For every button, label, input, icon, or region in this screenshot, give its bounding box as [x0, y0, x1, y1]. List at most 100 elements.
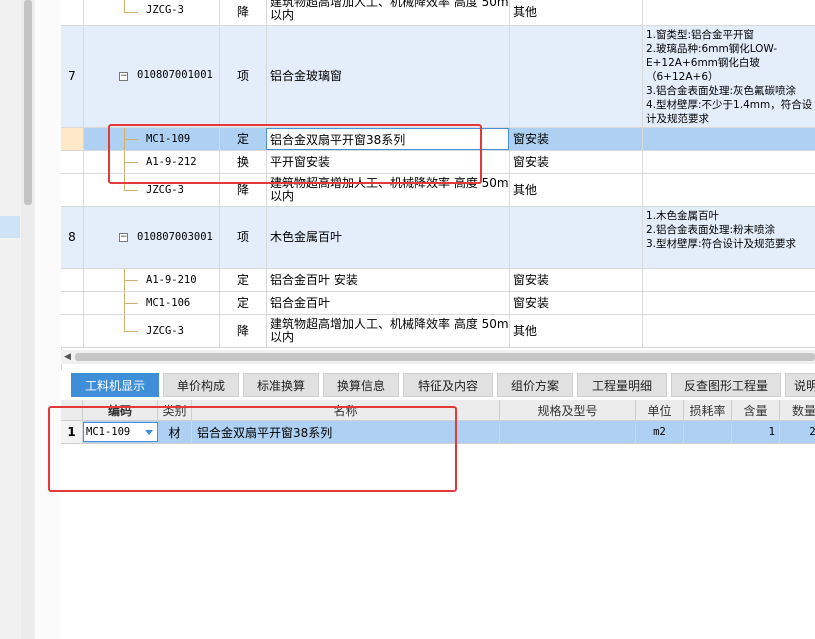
table-row-item[interactable]: 7 − 010807001001 项 铝合金玻璃窗 1.窗类型:铝合金平开窗 2…: [61, 26, 815, 128]
row-profession: 窗安装: [510, 151, 643, 173]
material-row-index: 1: [61, 421, 83, 443]
row-index: 8: [61, 207, 84, 268]
tab-conversion-info[interactable]: 换算信息: [323, 373, 399, 397]
material-spec[interactable]: [500, 421, 636, 443]
header-content[interactable]: 含量: [732, 400, 780, 420]
material-code-dropdown[interactable]: MC1-109: [83, 422, 158, 442]
detail-tab-bar: 工料机显示 单价构成 标准换算 换算信息 特征及内容 组价方案 工程量明细 反查…: [61, 370, 815, 398]
tab-quantity-details[interactable]: 工程量明细: [577, 373, 667, 397]
header-unit[interactable]: 单位: [636, 400, 684, 420]
row-index: [61, 151, 84, 173]
material-quantity[interactable]: 25: [780, 421, 815, 443]
row-type: 项: [220, 26, 267, 127]
material-category: 材: [158, 421, 192, 443]
table-row[interactable]: A1-9-210 定 铝合金百叶 安装 窗安装: [61, 269, 815, 292]
row-type: 降: [220, 315, 267, 347]
row-name: 建筑物超高增加人工、机械降效率 高度 50m以内: [267, 0, 510, 25]
tree-branch: [124, 162, 138, 163]
tree-branch: [124, 139, 138, 140]
tab-features-content[interactable]: 特征及内容: [403, 373, 493, 397]
row-code-cell: − 010807001001: [84, 26, 220, 127]
collapse-toggle-icon[interactable]: −: [119, 233, 128, 242]
row-feature: [643, 151, 815, 173]
horizontal-scrollbar[interactable]: ◀: [61, 350, 815, 364]
row-feature: [643, 269, 815, 291]
tab-standard-conversion[interactable]: 标准换算: [243, 373, 319, 397]
row-index: [61, 269, 84, 291]
header-name[interactable]: 名称: [192, 400, 500, 420]
row-feature: [643, 128, 815, 150]
header-quantity[interactable]: 数量: [780, 400, 815, 420]
row-index: [61, 174, 84, 206]
header-category[interactable]: 类别: [158, 400, 192, 420]
header-loss-rate[interactable]: 损耗率: [684, 400, 732, 420]
row-code: JZCG-3: [146, 184, 184, 196]
left-panel-selected-item[interactable]: [0, 216, 20, 238]
row-feature: 1.窗类型:铝合金平开窗 2.玻璃品种:6mm钢化LOW-E+12A+6mm钢化…: [646, 29, 813, 125]
row-feature: [643, 315, 815, 347]
row-code-cell: MC1-106: [84, 292, 220, 314]
row-name: 铝合金百叶: [267, 292, 510, 314]
table-row[interactable]: MC1-106 定 铝合金百叶 窗安装: [61, 292, 815, 315]
table-row[interactable]: JZCG-3 降 建筑物超高增加人工、机械降效率 高度 50m以内 其他: [61, 0, 815, 26]
tree-branch: [124, 280, 138, 281]
chevron-down-icon[interactable]: [145, 430, 153, 435]
row-code: MC1-109: [146, 133, 191, 145]
row-type: 定: [220, 269, 267, 291]
header-spec[interactable]: 规格及型号: [500, 400, 636, 420]
header-code[interactable]: 编码: [83, 400, 158, 420]
material-loss-rate[interactable]: [684, 421, 732, 443]
panel-divider: [35, 0, 62, 639]
row-index-selected: [61, 128, 84, 150]
tab-pricing-scheme[interactable]: 组价方案: [497, 373, 573, 397]
table-row[interactable]: JZCG-3 降 建筑物超高增加人工、机械降效率 高度 50m以内 其他: [61, 315, 815, 348]
row-type: 项: [220, 207, 267, 268]
tree-branch: [124, 12, 138, 13]
row-feature: 1.木色金属百叶 2.铝合金表面处理:粉末喷涂 3.型材壁厚:符合设计及规范要求: [646, 210, 797, 250]
table-row[interactable]: A1-9-212 换 平开窗安装 窗安装: [61, 151, 815, 174]
row-code: JZCG-3: [146, 325, 184, 337]
row-feature: [643, 0, 815, 25]
row-code-cell: − 010807003001: [84, 207, 220, 268]
scroll-left-arrow-icon[interactable]: ◀: [64, 352, 71, 362]
row-index: [61, 292, 84, 314]
quota-grid: JZCG-3 降 建筑物超高增加人工、机械降效率 高度 50m以内 其他 7 −…: [61, 0, 815, 348]
row-type: 定: [220, 128, 267, 150]
row-profession: [510, 26, 643, 127]
row-name: 建筑物超高增加人工、机械降效率 高度 50m以内: [267, 315, 510, 347]
material-unit: m2: [636, 421, 684, 443]
collapse-toggle-icon[interactable]: −: [119, 72, 128, 81]
material-name[interactable]: 铝合金双扇平开窗38系列: [192, 421, 500, 443]
tab-labor-material-machine[interactable]: 工料机显示: [71, 373, 159, 397]
row-feature: [643, 174, 815, 206]
tab-description[interactable]: 说明: [785, 373, 815, 397]
material-code: MC1-109: [86, 426, 131, 438]
row-type: 降: [220, 174, 267, 206]
tree-branch: [124, 190, 138, 191]
row-profession: 窗安装: [510, 292, 643, 314]
material-content[interactable]: 1: [732, 421, 780, 443]
table-row[interactable]: JZCG-3 降 建筑物超高增加人工、机械降效率 高度 50m以内 其他: [61, 174, 815, 207]
table-row-selected[interactable]: MC1-109 定 铝合金双扇平开窗38系列 窗安装: [61, 128, 815, 151]
row-profession: 其他: [510, 0, 643, 25]
left-panel-scrollbar-thumb[interactable]: [24, 0, 32, 205]
row-profession: 其他: [510, 315, 643, 347]
row-code: A1-9-212: [146, 156, 197, 168]
row-code-cell: JZCG-3: [84, 315, 220, 347]
row-name: 铝合金百叶 安装: [267, 269, 510, 291]
horizontal-scrollbar-thumb[interactable]: [75, 353, 815, 361]
row-type: 降: [220, 0, 267, 25]
row-profession: 窗安装: [510, 128, 643, 150]
row-code-cell: A1-9-212: [84, 151, 220, 173]
material-grid-header: 编码 类别 名称 规格及型号 单位 损耗率 含量 数量: [61, 400, 815, 421]
tree-line: [124, 174, 125, 190]
row-name-editor[interactable]: 铝合金双扇平开窗38系列: [266, 128, 509, 150]
row-code-cell: JZCG-3: [84, 0, 220, 25]
row-code: A1-9-210: [146, 274, 197, 286]
tab-unit-price-composition[interactable]: 单价构成: [163, 373, 239, 397]
row-code: MC1-106: [146, 297, 191, 309]
material-grid: 编码 类别 名称 规格及型号 单位 损耗率 含量 数量 1 MC1-109 材 …: [61, 398, 815, 639]
material-row[interactable]: 1 MC1-109 材 铝合金双扇平开窗38系列 m2 1 25: [61, 421, 815, 444]
tab-reverse-graphic-quantity[interactable]: 反查图形工程量: [671, 373, 781, 397]
table-row-item[interactable]: 8 − 010807003001 项 木色金属百叶 1.木色金属百叶 2.铝合金…: [61, 207, 815, 269]
